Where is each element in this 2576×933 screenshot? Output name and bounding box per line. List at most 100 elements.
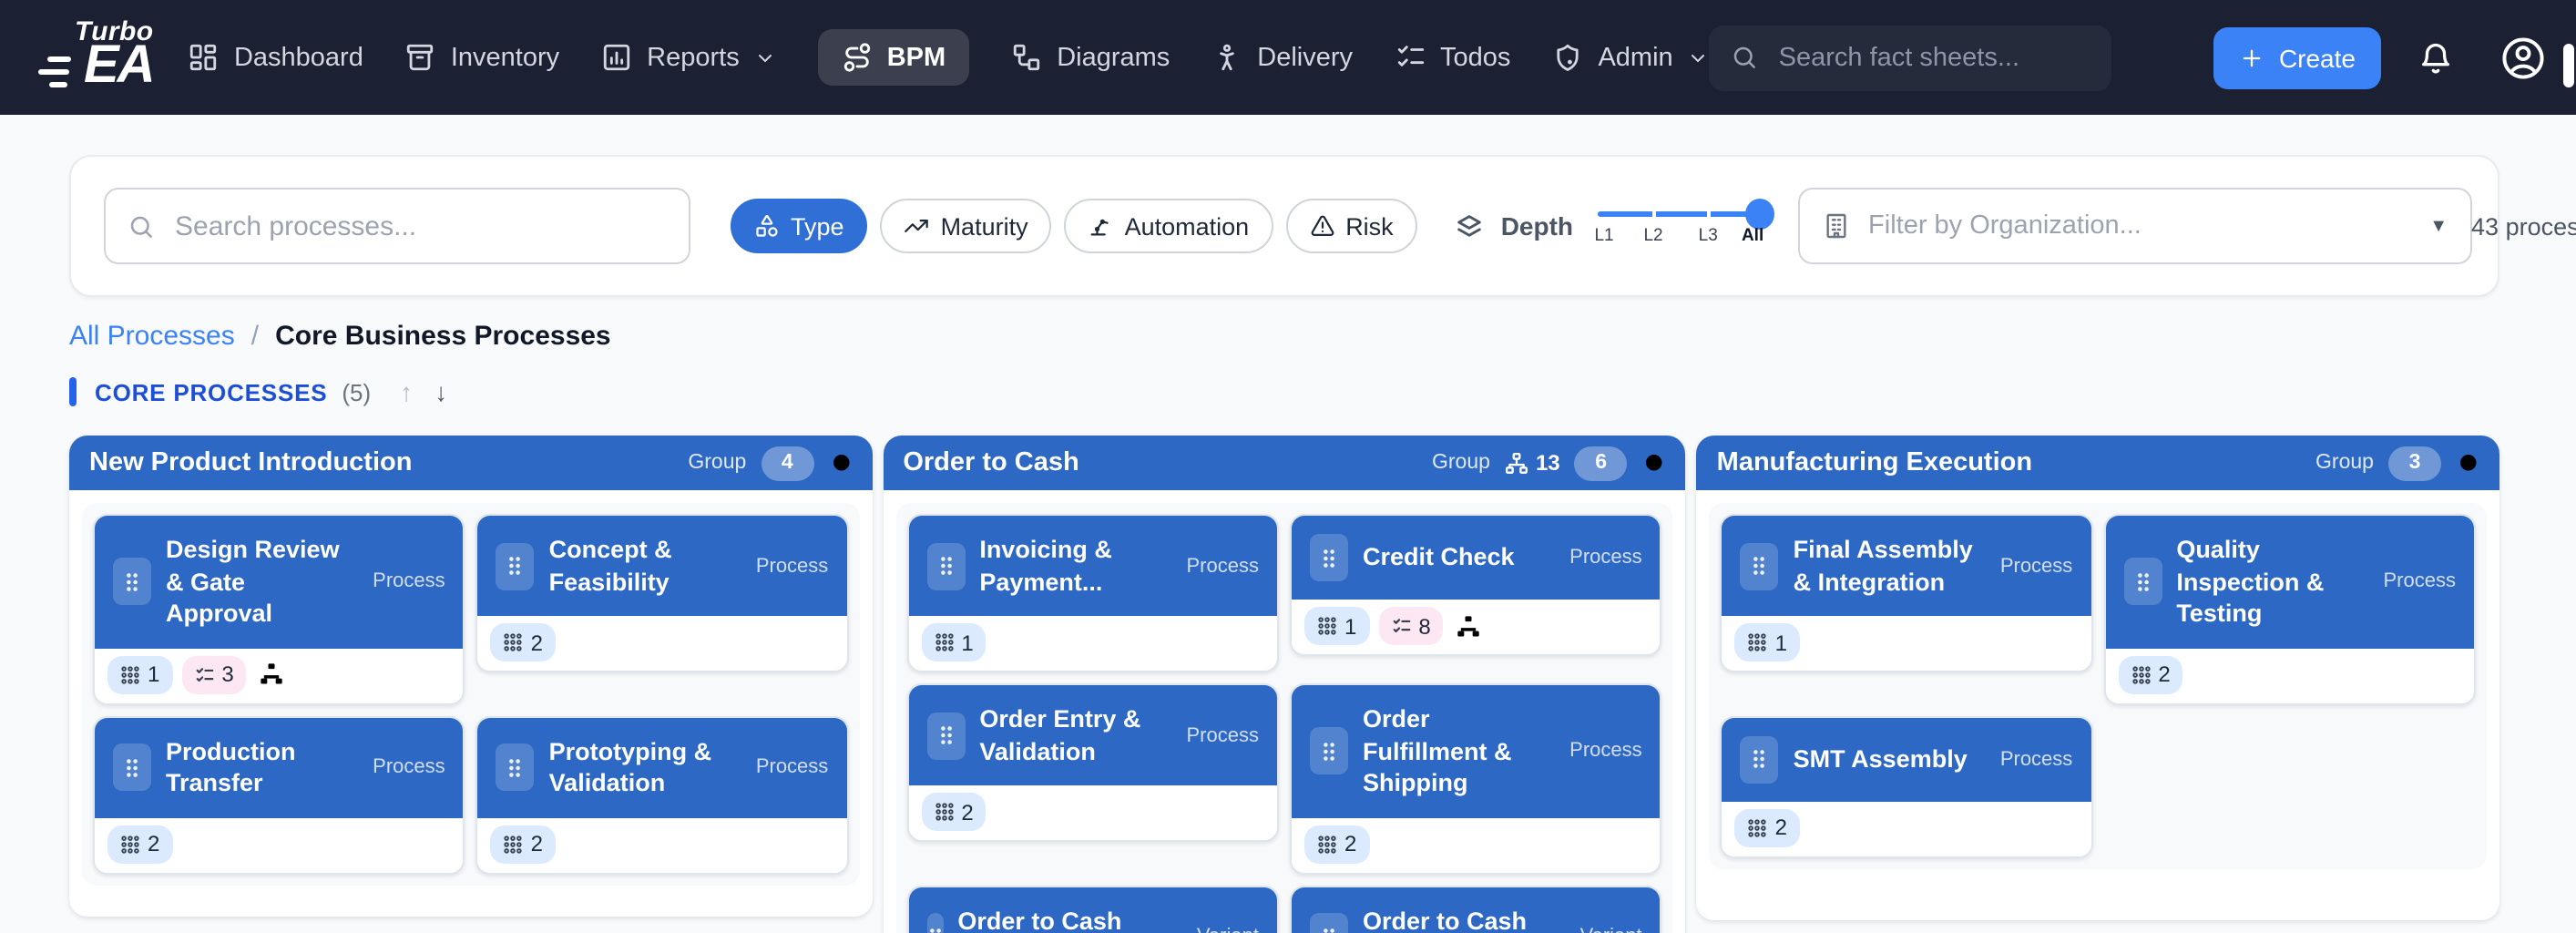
- depth-slider-handle[interactable]: [1744, 199, 1774, 230]
- filter-pill-automation[interactable]: Automation: [1065, 199, 1273, 253]
- nav-bpm[interactable]: BPM: [818, 29, 969, 86]
- zoom-in-icon[interactable]: [2456, 449, 2483, 477]
- tile-footer: 2: [1722, 801, 2091, 856]
- tile-title: Concept & Feasibility: [549, 534, 734, 598]
- organization-filter-select[interactable]: Filter by Organization... ▼: [1797, 188, 2471, 264]
- tile-type-label: Process: [2376, 571, 2456, 593]
- process-tile[interactable]: Credit CheckProcess18: [1290, 514, 1662, 656]
- shield-user-icon: [1552, 42, 1583, 73]
- global-search-input[interactable]: [1775, 41, 2090, 74]
- nav-label: Inventory: [451, 43, 559, 72]
- drag-handle-icon[interactable]: [926, 542, 965, 590]
- group-header[interactable]: Manufacturing ExecutionGroup3: [1697, 436, 2499, 490]
- breadcrumb: All Processes / Core Business Processes: [69, 321, 2499, 352]
- slider-tick: [1706, 211, 1710, 217]
- breadcrumb-all-processes-link[interactable]: All Processes: [69, 321, 235, 352]
- create-button[interactable]: Create: [2213, 26, 2381, 88]
- drag-handle-icon[interactable]: [926, 914, 943, 933]
- process-tile[interactable]: Concept & Feasibility Process 2: [476, 514, 849, 672]
- hierarchy-count: 13: [1505, 450, 1560, 476]
- tile-title: Order to Cash (Consumer/Smar...: [957, 905, 1175, 933]
- sort-up-icon[interactable]: ↑: [400, 377, 413, 406]
- nav-dashboard[interactable]: Dashboard: [189, 42, 363, 73]
- search-icon: [128, 212, 155, 240]
- depth-label: Depth: [1501, 211, 1573, 241]
- zoom-in-icon[interactable]: [828, 449, 855, 477]
- person-icon: [1211, 42, 1242, 73]
- scrollbar-thumb[interactable]: [2563, 44, 2574, 87]
- drag-handle-icon[interactable]: [1310, 534, 1348, 581]
- drag-handle-icon[interactable]: [1310, 914, 1348, 933]
- tile-type-label: Process: [365, 571, 445, 593]
- filter-pill-risk[interactable]: Risk: [1285, 199, 1417, 253]
- process-tile[interactable]: Order Fulfillment & ShippingProcess2: [1290, 683, 1662, 874]
- trending-up-icon: [905, 213, 930, 239]
- logo-speed-dash: [49, 81, 67, 87]
- notifications-bell-icon[interactable]: [2418, 39, 2454, 76]
- user-account-icon[interactable]: [2499, 34, 2547, 81]
- nav-delivery[interactable]: Delivery: [1211, 42, 1353, 73]
- process-group-card: Order to CashGroup136Invoicing & Payment…: [883, 436, 1685, 933]
- drag-handle-icon[interactable]: [113, 743, 151, 791]
- group-header[interactable]: Order to CashGroup136: [883, 436, 1685, 490]
- drag-handle-icon[interactable]: [1741, 735, 1779, 783]
- organization-placeholder: Filter by Organization...: [1868, 211, 2411, 241]
- drag-handle-icon[interactable]: [926, 712, 965, 759]
- plus-icon: [2239, 45, 2264, 70]
- grid-dots-icon: [934, 802, 954, 822]
- process-tile[interactable]: Order to Cash (Consumer/Smar... Variant: [906, 885, 1279, 933]
- process-group-grid: New Product IntroductionGroup4Design Rev…: [69, 436, 2499, 933]
- filter-pill-maturity[interactable]: Maturity: [881, 199, 1052, 253]
- process-tile[interactable]: Final Assembly & IntegrationProcess1: [1721, 514, 2093, 672]
- group-body: Design Review & Gate ApprovalProcess13Co…: [69, 490, 872, 897]
- process-tile[interactable]: Order Entry & ValidationProcess2: [906, 683, 1279, 842]
- tile-footer: 2: [478, 817, 847, 872]
- app-logo[interactable]: Turbo EA: [33, 12, 138, 103]
- drag-handle-icon[interactable]: [1741, 542, 1779, 590]
- tile-header: Prototyping & ValidationProcess: [478, 717, 847, 817]
- drag-handle-icon[interactable]: [496, 542, 535, 590]
- tile-type-label: Process: [749, 756, 829, 778]
- zoom-in-icon[interactable]: [1642, 449, 1670, 477]
- drag-handle-icon[interactable]: [1310, 728, 1348, 775]
- process-tile[interactable]: Design Review & Gate ApprovalProcess13: [93, 514, 465, 704]
- process-search-input[interactable]: [171, 209, 667, 243]
- process-tile[interactable]: Prototyping & ValidationProcess2: [476, 715, 849, 874]
- building-icon: [1821, 211, 1850, 241]
- dropdown-caret-icon: ▼: [2429, 216, 2448, 236]
- process-tile[interactable]: Order to Cash (Industrial B2B)Variant: [1290, 885, 1662, 933]
- nav-admin[interactable]: Admin: [1552, 42, 1709, 73]
- group-header[interactable]: New Product IntroductionGroup4: [69, 436, 872, 490]
- filter-pill-type[interactable]: Type: [731, 199, 868, 253]
- nav-diagrams[interactable]: Diagrams: [1011, 42, 1170, 73]
- tile-title: Order Entry & Validation: [979, 703, 1164, 767]
- section-count: (5): [342, 378, 371, 405]
- depth-slider[interactable]: L1 L2 L3 All: [1597, 195, 1768, 257]
- process-tile[interactable]: Production TransferProcess2: [93, 715, 465, 874]
- process-tile[interactable]: Invoicing & Payment...Process1: [906, 514, 1279, 672]
- nav-label: Admin: [1598, 43, 1672, 72]
- nav-inventory[interactable]: Inventory: [405, 42, 559, 73]
- group-type-label: Group: [1432, 452, 1490, 474]
- subprocess-count-badge: 2: [491, 623, 556, 661]
- tile-footer: 2: [2105, 648, 2474, 702]
- process-tile[interactable]: Quality Inspection & Testing Process 2: [2103, 514, 2476, 704]
- filter-toolbar: Type Maturity Automation Risk Depth: [69, 155, 2499, 297]
- tile-type-label: Process: [749, 555, 829, 577]
- nav-reports[interactable]: Reports: [601, 42, 776, 73]
- tile-title: Quality Inspection & Testing: [2176, 534, 2361, 630]
- drag-handle-icon[interactable]: [113, 559, 151, 606]
- group-body: Final Assembly & IntegrationProcess1Qual…: [1697, 490, 2499, 881]
- todo-count-badge: 8: [1378, 607, 1443, 645]
- process-tile[interactable]: SMT AssemblyProcess2: [1721, 715, 2093, 857]
- chevron-down-icon: [754, 46, 776, 68]
- depth-slider-track[interactable]: [1597, 211, 1768, 217]
- group-count-badge: 3: [2388, 446, 2441, 480]
- nav-label: Dashboard: [234, 43, 363, 72]
- nav-todos[interactable]: Todos: [1395, 42, 1510, 73]
- chevron-down-icon: [1688, 46, 1710, 68]
- tile-type-label: Variant: [1190, 927, 1259, 933]
- sort-down-icon[interactable]: ↓: [434, 377, 447, 406]
- drag-handle-icon[interactable]: [2123, 559, 2162, 606]
- drag-handle-icon[interactable]: [496, 743, 535, 791]
